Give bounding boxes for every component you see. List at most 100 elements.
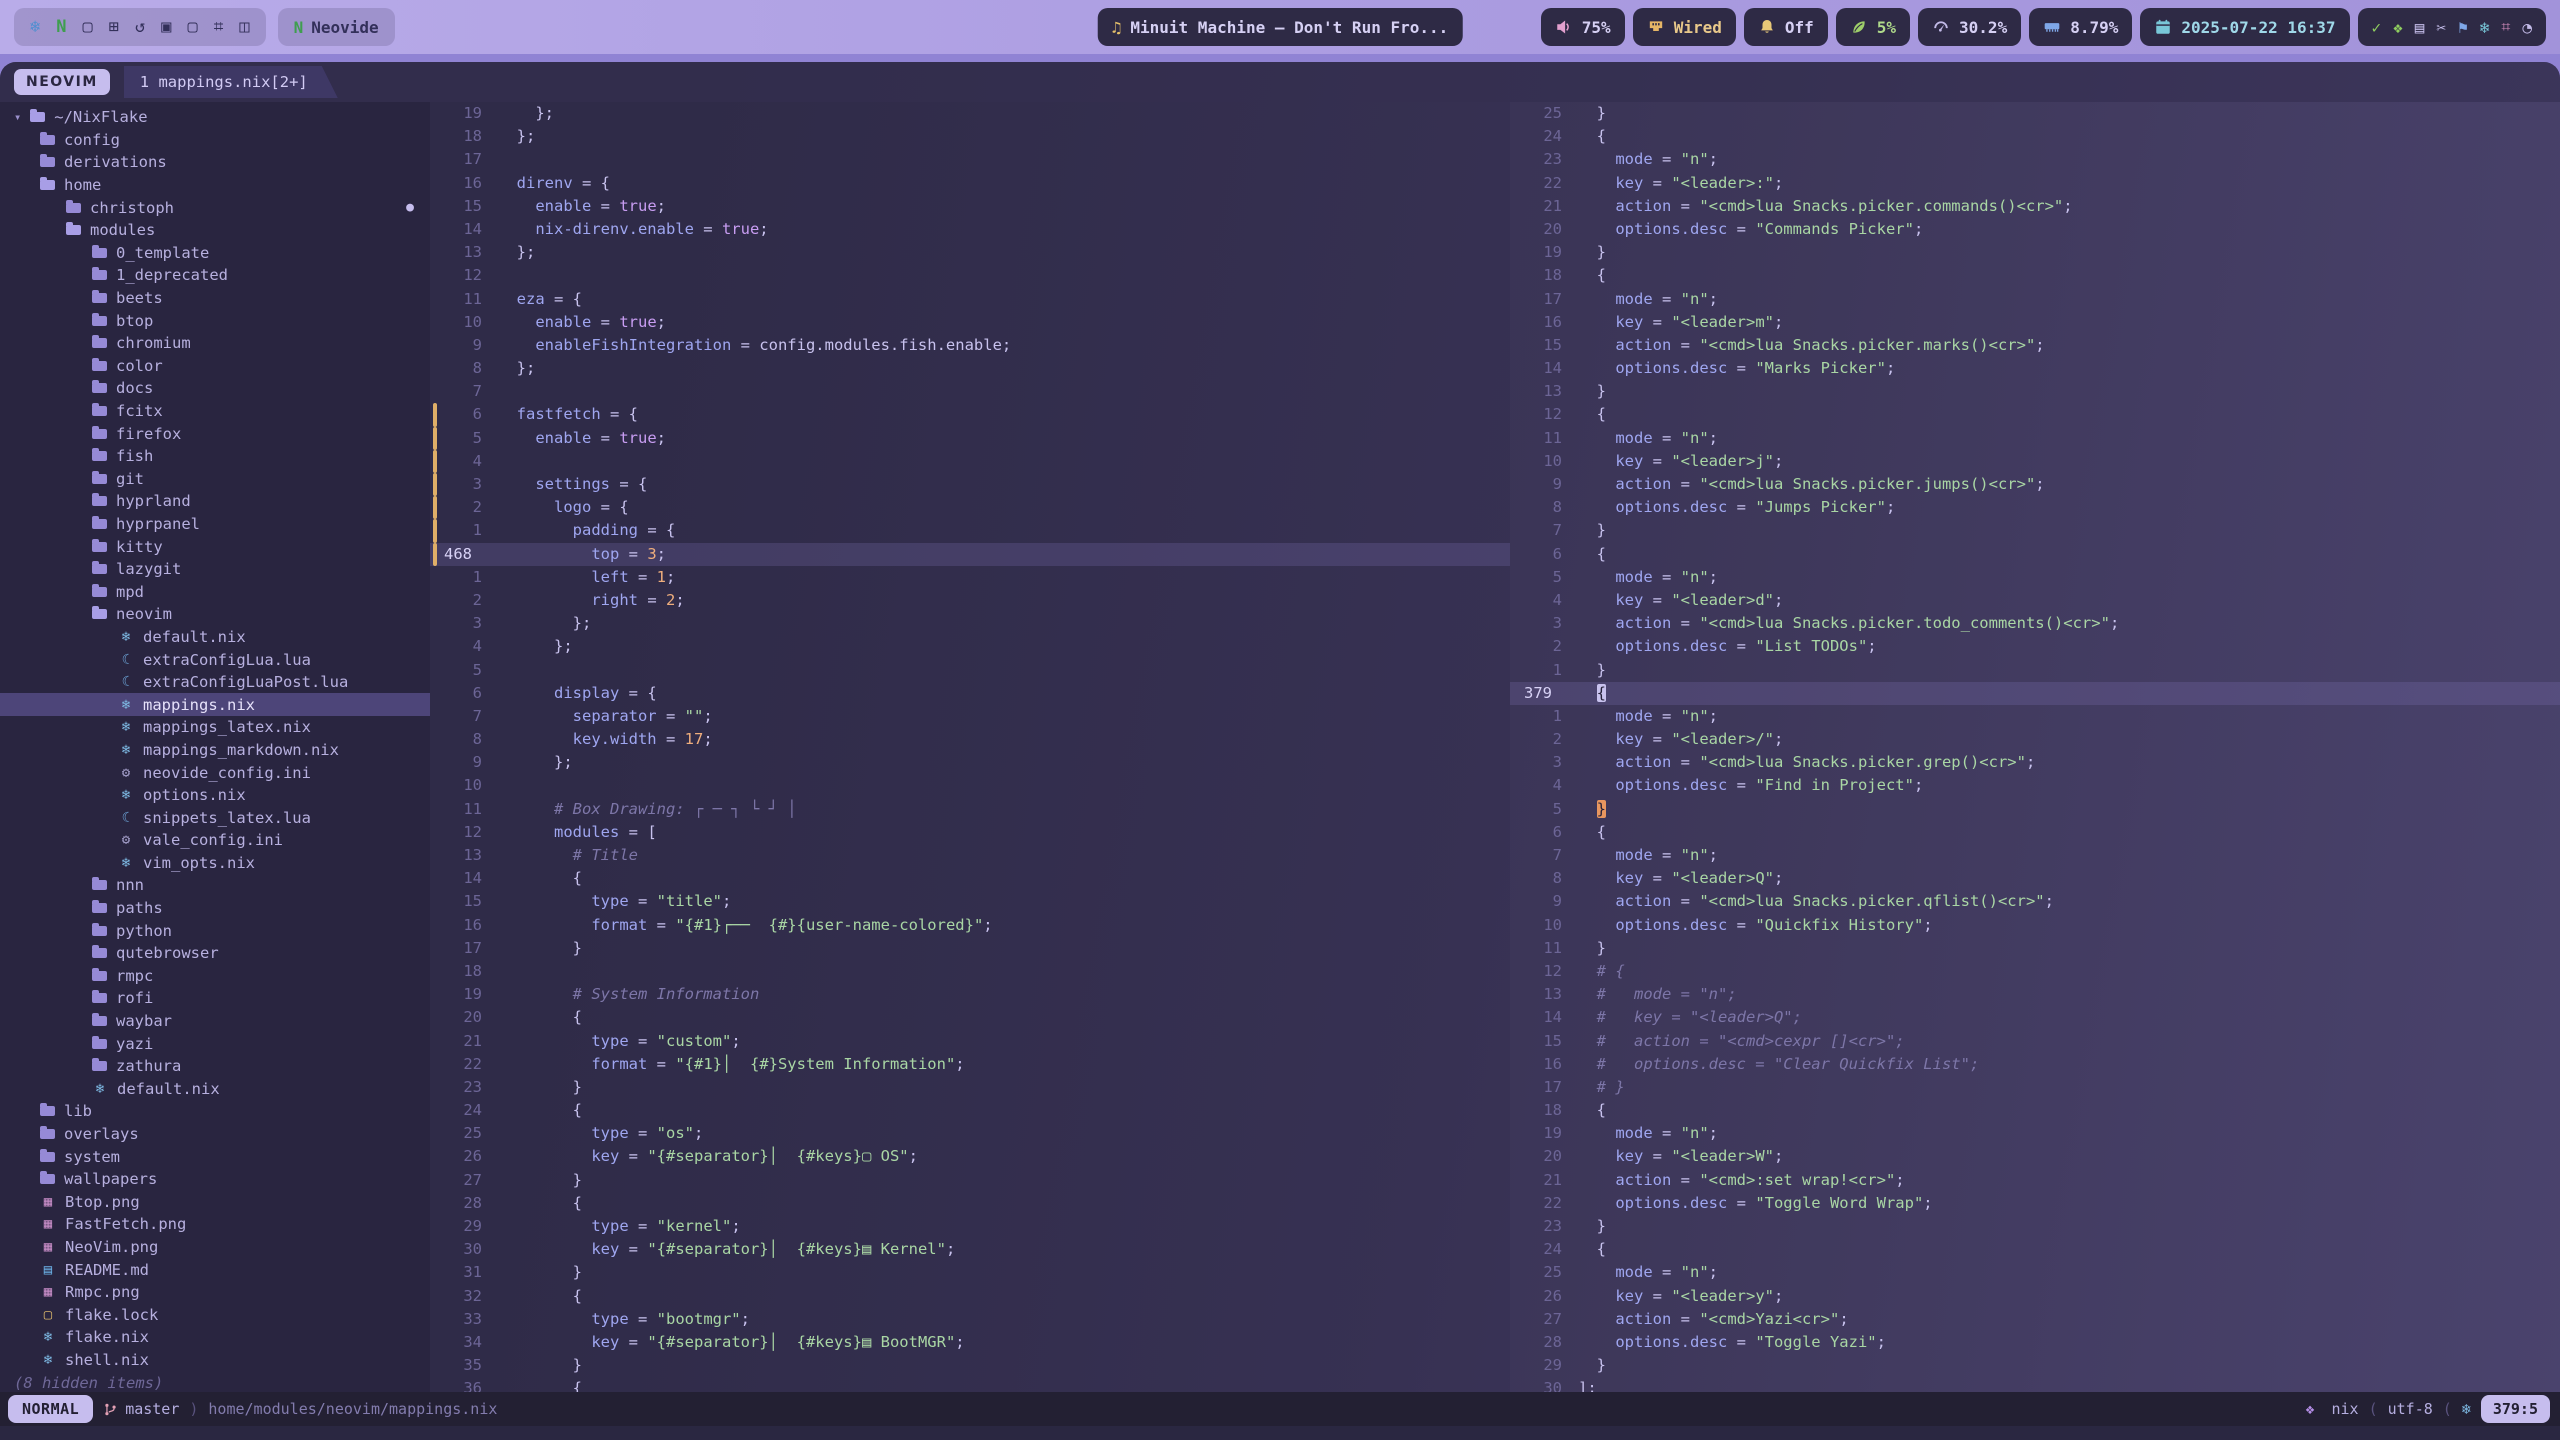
workspace-icon-4[interactable]: ⊞ (109, 17, 119, 37)
code-line[interactable]: 7 } (1510, 519, 2560, 542)
tree-item-fcitx[interactable]: fcitx (0, 400, 430, 423)
code-line[interactable]: 1 mode = "n"; (1510, 705, 2560, 728)
code-line[interactable]: 14 # key = "<leader>Q"; (1510, 1006, 2560, 1029)
workspace-icon-8[interactable]: ⌗ (214, 17, 224, 37)
code-line[interactable]: 9 enableFishIntegration = config.modules… (430, 334, 1510, 357)
tree-item-hyprpanel[interactable]: hyprpanel (0, 513, 430, 536)
code-line[interactable]: 20 { (430, 1006, 1510, 1029)
network-chip[interactable]: Wired (1633, 8, 1736, 46)
code-line[interactable]: 12 modules = [ (430, 821, 1510, 844)
tray-icon-3[interactable]: ▤ (2415, 18, 2425, 37)
tree-item-config[interactable]: config (0, 129, 430, 152)
tree-item-derivations[interactable]: derivations (0, 151, 430, 174)
code-line[interactable]: 35 } (430, 1354, 1510, 1377)
code-line[interactable]: 15 # action = "<cmd>cexpr []<cr>"; (1510, 1030, 2560, 1053)
code-line[interactable]: 25 mode = "n"; (1510, 1261, 2560, 1284)
tree-item-rmpc[interactable]: rmpc (0, 965, 430, 988)
code-line[interactable]: 16 format = "{#1}┌── {#}{user-name-color… (430, 914, 1510, 937)
tree-item-extraConfigLua.lua[interactable]: ☾extraConfigLua.lua (0, 648, 430, 671)
tree-item-git[interactable]: git (0, 468, 430, 491)
tree-item-mappings.nix[interactable]: ❄mappings.nix (0, 693, 430, 716)
code-line[interactable]: 10 options.desc = "Quickfix History"; (1510, 914, 2560, 937)
code-line[interactable]: 11 # Box Drawing: ┌ ─ ┐ └ ┘ │ (430, 798, 1510, 821)
code-line[interactable]: 11 eza = { (430, 288, 1510, 311)
tree-item-christoph[interactable]: christoph● (0, 196, 430, 219)
clock-chip[interactable]: 2025-07-22 16:37 (2140, 8, 2349, 46)
code-line[interactable]: 2 right = 2; (430, 589, 1510, 612)
code-line[interactable]: 14 nix-direnv.enable = true; (430, 218, 1510, 241)
code-line[interactable]: 10 enable = true; (430, 311, 1510, 334)
tree-item-~-NixFlake[interactable]: ▾~/NixFlake (0, 106, 430, 129)
code-line[interactable]: 1 } (1510, 659, 2560, 682)
notifications-chip[interactable]: Off (1744, 8, 1828, 46)
tree-item-fish[interactable]: fish (0, 445, 430, 468)
code-line[interactable]: 30]; (1510, 1377, 2560, 1392)
code-line[interactable]: 11 mode = "n"; (1510, 427, 2560, 450)
code-line[interactable]: 13 # Title (430, 844, 1510, 867)
code-line[interactable]: 18 { (1510, 1099, 2560, 1122)
code-line[interactable]: 19 # System Information (430, 983, 1510, 1006)
code-line[interactable]: 3 settings = { (430, 473, 1510, 496)
code-line[interactable]: 7 separator = ""; (430, 705, 1510, 728)
workspace-icon-7[interactable]: ▢ (188, 17, 198, 37)
code-line[interactable]: 17 (430, 148, 1510, 171)
tray-icon-7[interactable]: ⌗ (2501, 17, 2510, 37)
workspace-icon-6[interactable]: ▣ (161, 17, 171, 37)
command-line[interactable] (0, 1426, 2560, 1440)
tree-item-vim_opts.nix[interactable]: ❄vim_opts.nix (0, 852, 430, 875)
code-line[interactable]: 23 } (1510, 1215, 2560, 1238)
power-chip[interactable]: 5% (1836, 8, 1910, 46)
code-line[interactable]: 379 { (1510, 682, 2560, 705)
code-line[interactable]: 11 } (1510, 937, 2560, 960)
volume-chip[interactable]: 75% (1541, 8, 1625, 46)
code-line[interactable]: 5 mode = "n"; (1510, 566, 2560, 589)
tree-item-snippets_latex.lua[interactable]: ☾snippets_latex.lua (0, 806, 430, 829)
app-indicator[interactable]: N Neovide (278, 8, 395, 46)
tree-item-system[interactable]: system (0, 1145, 430, 1168)
code-line[interactable]: 21 action = "<cmd>:set wrap!<cr>"; (1510, 1169, 2560, 1192)
code-line[interactable]: 15 enable = true; (430, 195, 1510, 218)
editor-pane-right[interactable]: 25 }24 {23 mode = "n";22 key = "<leader>… (1510, 102, 2560, 1392)
code-line[interactable]: 31 } (430, 1261, 1510, 1284)
code-line[interactable]: 16 direnv = { (430, 172, 1510, 195)
file-tree[interactable]: ▾~/NixFlakeconfigderivationshomechristop… (0, 102, 430, 1392)
tree-item-neovide_config.ini[interactable]: ⚙neovide_config.ini (0, 761, 430, 784)
tree-item-yazi[interactable]: yazi (0, 1032, 430, 1055)
code-line[interactable]: 8 key = "<leader>Q"; (1510, 867, 2560, 890)
tree-item-chromium[interactable]: chromium (0, 332, 430, 355)
code-line[interactable]: 28 options.desc = "Toggle Yazi"; (1510, 1331, 2560, 1354)
tree-item-lib[interactable]: lib (0, 1100, 430, 1123)
code-line[interactable]: 4 key = "<leader>d"; (1510, 589, 2560, 612)
tree-item-flake.nix[interactable]: ❄flake.nix (0, 1326, 430, 1349)
code-line[interactable]: 19 } (1510, 241, 2560, 264)
code-line[interactable]: 25 type = "os"; (430, 1122, 1510, 1145)
tree-item-1_deprecated[interactable]: 1_deprecated (0, 264, 430, 287)
code-line[interactable]: 14 options.desc = "Marks Picker"; (1510, 357, 2560, 380)
tree-item-python[interactable]: python (0, 919, 430, 942)
tree-item-vale_config.ini[interactable]: ⚙vale_config.ini (0, 829, 430, 852)
code-line[interactable]: 4 }; (430, 635, 1510, 658)
code-line[interactable]: 9 action = "<cmd>lua Snacks.picker.qflis… (1510, 890, 2560, 913)
code-line[interactable]: 1 left = 1; (430, 566, 1510, 589)
code-line[interactable]: 8 key.width = 17; (430, 728, 1510, 751)
code-line[interactable]: 27 action = "<cmd>Yazi<cr>"; (1510, 1308, 2560, 1331)
tray-icon-6[interactable]: ❄ (2480, 18, 2490, 37)
code-line[interactable]: 3 action = "<cmd>lua Snacks.picker.todo_… (1510, 612, 2560, 635)
workspace-icon-1[interactable]: ❄ (30, 17, 40, 37)
code-line[interactable]: 6 display = { (430, 682, 1510, 705)
code-line[interactable]: 3 action = "<cmd>lua Snacks.picker.grep(… (1510, 751, 2560, 774)
code-line[interactable]: 6 fastfetch = { (430, 403, 1510, 426)
code-line[interactable]: 4 (430, 450, 1510, 473)
code-line[interactable]: 10 key = "<leader>j"; (1510, 450, 2560, 473)
tree-item-firefox[interactable]: firefox (0, 422, 430, 445)
code-line[interactable]: 24 { (1510, 125, 2560, 148)
tree-item-default.nix[interactable]: ❄default.nix (0, 1078, 430, 1101)
tray-icon-4[interactable]: ✂ (2436, 18, 2446, 37)
code-line[interactable]: 17 mode = "n"; (1510, 288, 2560, 311)
workspace-switcher[interactable]: ❄N▢⊞↺▣▢⌗◫ (14, 8, 266, 46)
workspace-icon-5[interactable]: ↺ (135, 17, 145, 37)
code-line[interactable]: 29 } (1510, 1354, 2560, 1377)
code-line[interactable]: 32 { (430, 1285, 1510, 1308)
code-line[interactable]: 17 } (430, 937, 1510, 960)
workspace-icon-3[interactable]: ▢ (83, 17, 93, 37)
